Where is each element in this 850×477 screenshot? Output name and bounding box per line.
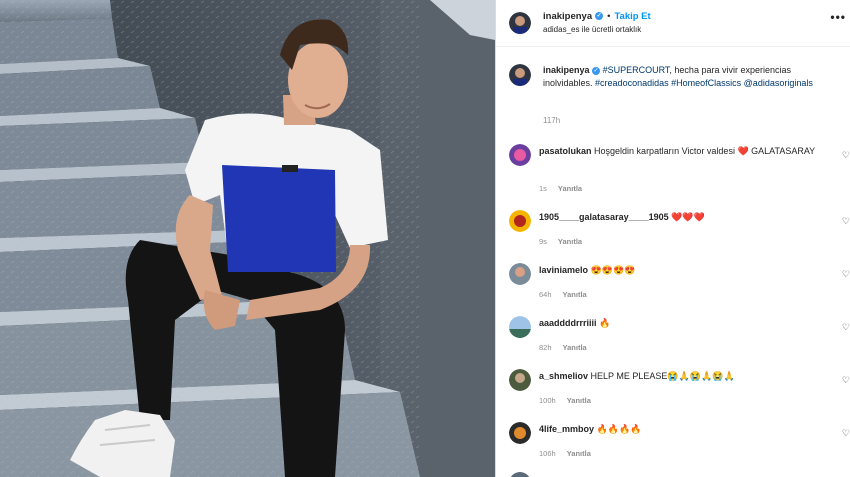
hashtag-link[interactable]: #creadoconadidas	[595, 78, 669, 88]
like-heart-icon[interactable]: ♡	[842, 322, 850, 333]
reply-button[interactable]: Yanıtla	[558, 237, 582, 246]
avatar[interactable]	[509, 316, 531, 338]
verified-badge-icon: ✓	[595, 12, 604, 21]
more-options-icon[interactable]: •••	[830, 10, 846, 24]
avatar[interactable]	[509, 64, 531, 86]
photo-illustration	[0, 0, 495, 477]
verified-badge-icon: ✓	[592, 66, 601, 75]
comment-meta: 100h Yanıtla	[539, 396, 591, 405]
comment-body: Hoşgeldin karpatların Victor valdesi ❤️ …	[594, 146, 816, 156]
comment-username[interactable]: a_shmeliov	[539, 371, 588, 381]
comment-meta: 106h Yanıtla	[539, 449, 591, 458]
comment-body: 😍😍😍😍	[590, 265, 636, 275]
comment-text: a_shmeliov HELP ME PLEASE😭🙏😭🙏😭🙏	[539, 370, 829, 383]
separator-dot: •	[607, 11, 611, 22]
comment-time[interactable]: 106h	[539, 449, 556, 458]
comment-time[interactable]: 64h	[539, 290, 552, 299]
comment-meta: 64h Yanıtla	[539, 290, 587, 299]
comment-item: pasatolukan Hoşgeldin karpatların Victor…	[509, 144, 850, 193]
header-user-line: inakipenya ✓ • Takip Et	[543, 11, 651, 22]
reply-button[interactable]: Yanıtla	[563, 343, 587, 352]
reply-button[interactable]: Yanıtla	[567, 449, 591, 458]
comment-username[interactable]: 1905____galatasaray____1905	[539, 212, 669, 222]
avatar[interactable]	[509, 263, 531, 285]
like-heart-icon[interactable]: ♡	[842, 150, 850, 161]
comment-meta: 9s Yanıtla	[539, 237, 582, 246]
comment-text: aaaddddrrriiii 🔥	[539, 317, 829, 330]
comment-time[interactable]: 1s	[539, 184, 547, 193]
comment-username[interactable]: laviniamelo	[539, 265, 588, 275]
comment-body: 🔥🔥🔥🔥	[596, 424, 642, 434]
post-photo[interactable]	[0, 0, 495, 477]
like-heart-icon[interactable]: ♡	[842, 269, 850, 280]
follow-button[interactable]: Takip Et	[614, 11, 650, 22]
comment-text: 1905____galatasaray____1905 ❤️❤️❤️	[539, 211, 829, 224]
reply-button[interactable]: Yanıtla	[558, 184, 582, 193]
hashtag-link[interactable]: #HomeofClassics	[671, 78, 741, 88]
avatar[interactable]	[509, 12, 531, 34]
comment-body: ❤️❤️❤️	[671, 212, 705, 222]
comment-meta: 82h Yanıtla	[539, 343, 587, 352]
avatar[interactable]	[509, 210, 531, 232]
caption-username[interactable]: inakipenya	[543, 65, 590, 75]
like-heart-icon[interactable]: ♡	[842, 216, 850, 227]
comment-body: HELP ME PLEASE😭🙏😭🙏😭🙏	[590, 371, 735, 381]
like-heart-icon[interactable]: ♡	[842, 375, 850, 386]
comment-item: laviniamelo 😍😍😍😍 64h Yanıtla ♡	[509, 263, 850, 303]
like-heart-icon[interactable]: ♡	[842, 428, 850, 439]
avatar[interactable]	[509, 422, 531, 444]
comment-item: 4life_mmboy 🔥🔥🔥🔥 106h Yanıtla ♡	[509, 422, 850, 462]
comment-username[interactable]: 4life_mmboy	[539, 424, 594, 434]
comment-item: 1905____galatasaray____1905 ❤️❤️❤️ 9s Yan…	[509, 210, 850, 250]
comment-username[interactable]: pasatolukan	[539, 146, 592, 156]
reply-button[interactable]: Yanıtla	[567, 396, 591, 405]
instagram-post: inakipenya ✓ • Takip Et adidas_es ile ücret…	[0, 0, 850, 477]
comment-text: laviniamelo 😍😍😍😍	[539, 264, 829, 277]
comment-text: pasatolukan Hoşgeldin karpatların Victor…	[539, 145, 829, 158]
hashtag-link[interactable]: #SUPERCOURT	[603, 65, 670, 75]
avatar[interactable]	[509, 144, 531, 166]
post-side-panel: inakipenya ✓ • Takip Et adidas_es ile ücret…	[495, 0, 850, 477]
comment-username[interactable]: aaaddddrrriiii	[539, 318, 597, 328]
avatar[interactable]	[509, 472, 531, 477]
header-username[interactable]: inakipenya	[543, 11, 592, 22]
caption-text: inakipenya ✓ #SUPERCOURT, hecha para viv…	[543, 64, 833, 90]
comment-time[interactable]: 82h	[539, 343, 552, 352]
comment-time[interactable]: 100h	[539, 396, 556, 405]
paid-partnership-label[interactable]: adidas_es ile ücretli ortaklık	[543, 25, 641, 34]
post-header: inakipenya ✓ • Takip Et adidas_es ile ücret…	[496, 0, 850, 47]
comment-item: aaaddddrrriiii 🔥 82h Yanıtla ♡	[509, 316, 850, 356]
comment-body: 🔥	[599, 318, 611, 328]
comment-meta: 1s Yanıtla	[539, 184, 582, 193]
mention-link[interactable]: @adidasoriginals	[744, 78, 813, 88]
comment-item: a_shmeliov HELP ME PLEASE😭🙏😭🙏😭🙏 100h Yanı…	[509, 369, 850, 409]
reply-button[interactable]: Yanıtla	[563, 290, 587, 299]
comment-text: 4life_mmboy 🔥🔥🔥🔥	[539, 423, 829, 436]
comment-time[interactable]: 9s	[539, 237, 547, 246]
caption-timestamp[interactable]: 117h	[543, 116, 560, 125]
avatar[interactable]	[509, 369, 531, 391]
